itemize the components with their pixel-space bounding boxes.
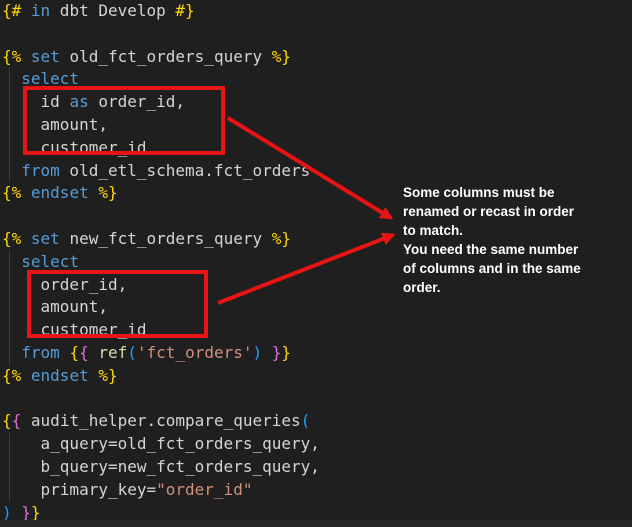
indent-guide <box>9 68 10 182</box>
code-token: { <box>69 343 79 362</box>
code-token <box>89 183 99 202</box>
code-token <box>2 343 21 362</box>
code-token: "order_id" <box>156 480 252 499</box>
code-token: endset <box>31 183 89 202</box>
code-token: { <box>79 343 89 362</box>
code-token: 'fct_orders' <box>137 343 253 362</box>
code-token: } <box>281 343 291 362</box>
highlight-box-old-columns <box>23 86 225 155</box>
code-token: ( <box>301 411 311 430</box>
code-line[interactable]: {% set old_fct_orders_query %} <box>2 46 632 69</box>
code-token <box>2 69 21 88</box>
code-token: {% <box>2 183 21 202</box>
code-token: {% <box>2 47 21 66</box>
note-line: Some columns must be <box>403 183 627 202</box>
code-token: from <box>21 161 60 180</box>
code-token: set <box>31 229 60 248</box>
code-line[interactable]: a_query=old_fct_orders_query, <box>2 433 632 456</box>
code-token: %} <box>272 47 291 66</box>
note-line: of columns and in the same <box>403 259 627 278</box>
code-token: } <box>272 343 282 362</box>
code-token: ref <box>98 343 127 362</box>
highlight-box-new-columns <box>27 270 208 338</box>
code-line[interactable]: {% endset %} <box>2 365 632 388</box>
code-token: %} <box>272 229 291 248</box>
code-token: ) <box>253 343 263 362</box>
code-token: } <box>31 503 41 522</box>
note-line: You need the same number <box>403 240 627 259</box>
code-token: { <box>12 411 22 430</box>
code-line[interactable] <box>2 388 632 411</box>
code-token <box>21 183 31 202</box>
indent-guide <box>9 433 10 501</box>
annotation-note: Some columns must berenamed or recast in… <box>403 183 627 297</box>
note-line: renamed or recast in order <box>403 202 627 221</box>
code-token: { <box>2 411 12 430</box>
code-line[interactable]: {# in dbt Develop #} <box>2 0 632 23</box>
code-line[interactable]: primary_key="order_id" <box>2 479 632 502</box>
code-token: new_fct_orders_query <box>60 229 272 248</box>
code-token: old_fct_orders_query <box>60 47 272 66</box>
code-token: ) <box>2 503 12 522</box>
indent-guide <box>9 251 10 365</box>
code-token: ( <box>127 343 137 362</box>
code-token <box>12 503 22 522</box>
code-token: from <box>21 343 60 362</box>
code-token: endset <box>31 366 89 385</box>
code-token: a_query=old_fct_orders_query, <box>2 434 320 453</box>
code-token: b_query=new_fct_orders_query, <box>2 457 320 476</box>
code-line[interactable]: from old_etl_schema.fct_orders <box>2 160 632 183</box>
note-line: to match. <box>403 221 627 240</box>
code-token <box>89 366 99 385</box>
note-line: order. <box>403 278 627 297</box>
code-token <box>21 1 31 20</box>
code-token: {% <box>2 229 21 248</box>
code-token <box>89 343 99 362</box>
code-token: %} <box>98 366 117 385</box>
editor-screenshot: {# in dbt Develop #} {% set old_fct_order… <box>0 0 632 527</box>
code-line[interactable]: b_query=new_fct_orders_query, <box>2 456 632 479</box>
code-line[interactable] <box>2 23 632 46</box>
code-token: audit_helper.compare_queries <box>21 411 300 430</box>
code-token <box>60 343 70 362</box>
code-token: primary_key= <box>2 480 156 499</box>
code-token: set <box>31 47 60 66</box>
code-token: } <box>21 503 31 522</box>
code-token: {% <box>2 366 21 385</box>
code-token: in <box>31 1 50 20</box>
code-token <box>21 47 31 66</box>
code-token <box>21 229 31 248</box>
code-line[interactable]: {{ audit_helper.compare_queries( <box>2 410 632 433</box>
code-token: {# <box>2 1 21 20</box>
code-token <box>262 343 272 362</box>
code-token: old_etl_schema.fct_orders <box>60 161 310 180</box>
code-token: dbt Develop <box>50 1 175 20</box>
code-token <box>2 161 21 180</box>
code-token: #} <box>175 1 194 20</box>
code-token: %} <box>98 183 117 202</box>
code-token <box>21 366 31 385</box>
code-token <box>2 252 21 271</box>
code-line[interactable]: from {{ ref('fct_orders') }} <box>2 342 632 365</box>
current-line-highlight <box>0 520 632 527</box>
code-token: select <box>21 252 79 271</box>
